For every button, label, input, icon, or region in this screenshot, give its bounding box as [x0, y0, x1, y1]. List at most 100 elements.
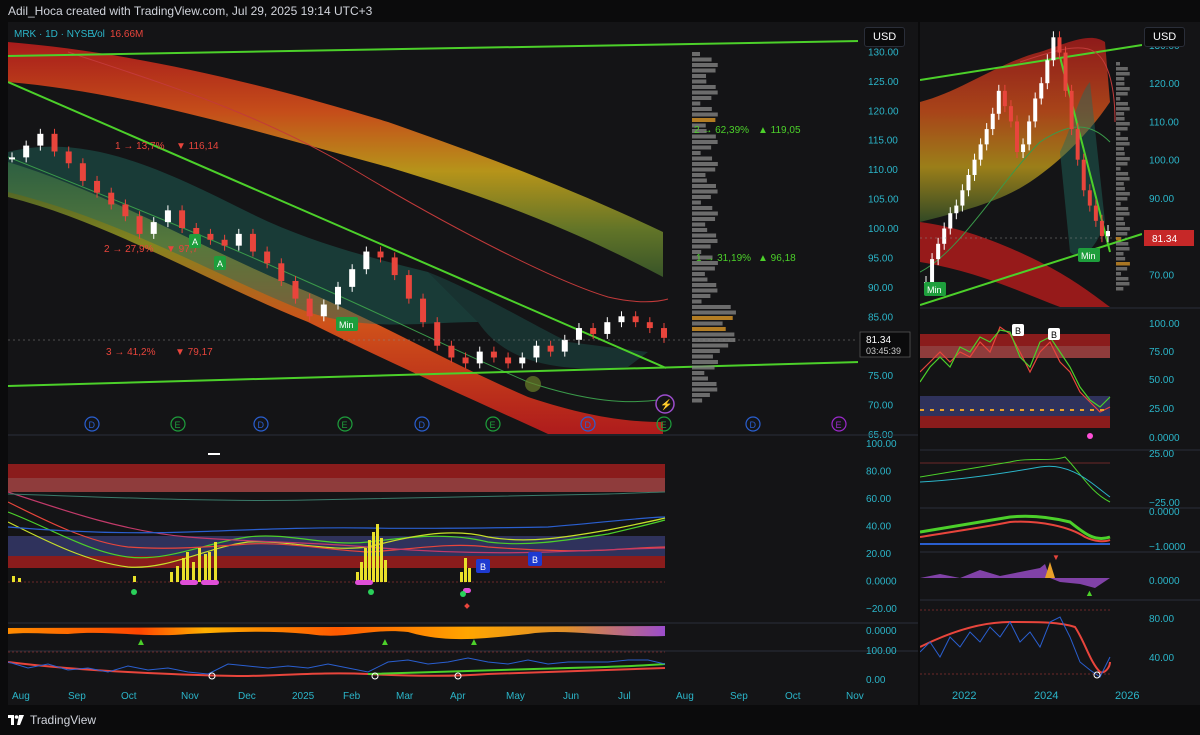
right-volume-profile-bar [1116, 212, 1130, 216]
time-axis[interactable]: Aug Sep Oct Nov Dec 2025 Feb Mar Apr May Jun Jul Aug… [12, 691, 864, 702]
volume-profile-bar [692, 310, 736, 315]
candle-body [561, 339, 568, 352]
right-volume-profile-bar [1116, 222, 1126, 226]
event-marker-label: D [419, 420, 426, 430]
candle-body [37, 133, 44, 146]
vol-value: 16.66M [110, 29, 143, 40]
volume-profile-bar [692, 272, 705, 276]
right-volume-profile-bar [1116, 102, 1128, 106]
right-candle-body [1063, 52, 1068, 91]
right-candle-body [1033, 98, 1038, 122]
oscillator-axis-tick: 20.00 [866, 549, 891, 560]
volume-profile-bar [692, 156, 713, 161]
time-axis-tick: Dec [238, 691, 256, 702]
time-axis-tick: Aug [12, 691, 30, 702]
candle-body [65, 151, 72, 164]
right-indicator-axis-tick: −1.0000 [1149, 542, 1186, 553]
volume-profile-bar [692, 217, 716, 221]
right-price-axis-tick: 120.00 [1149, 79, 1180, 90]
right-price-axis-tick: 70.00 [1149, 270, 1174, 281]
candle-body [547, 345, 554, 352]
rsi-panel-bg [8, 652, 858, 688]
volume-profile-bar [692, 151, 701, 155]
right-chart-svg[interactable]: Min Min 130.00120.00110.00100.0090.0080.… [919, 22, 1200, 705]
right-candle-body [960, 190, 965, 206]
volume-profile-bar [692, 371, 705, 375]
right-chart-pane[interactable]: Min Min 130.00120.00110.00100.0090.0080.… [919, 22, 1200, 705]
right-candle-body [978, 144, 983, 160]
right-indicator-axis-tick: 25.00 [1149, 404, 1174, 415]
price-axis-tick: 115.00 [868, 136, 898, 147]
right-volume-profile-bar [1116, 112, 1125, 116]
right-candle-body [1045, 60, 1050, 84]
right-volume-profile-bar [1116, 217, 1124, 221]
candle-body [335, 286, 341, 305]
right-candle-body [1021, 144, 1026, 153]
right-indicator-axis-tick: 100.00 [1149, 319, 1180, 330]
right-candle-body [930, 259, 935, 283]
candle-body [221, 239, 228, 246]
vol-label: Vol [91, 29, 105, 40]
volume-profile-bar [692, 63, 718, 67]
right-min-marker-1-text: Min [927, 285, 942, 295]
oscillator-bar [360, 562, 363, 582]
volume-profile-bar [692, 398, 703, 403]
event-marker-label: E [661, 420, 667, 430]
candle-body [193, 228, 200, 234]
right-time-axis[interactable]: 2022 2024 2026 [952, 690, 1139, 702]
fib-label-5: 1 → 31,19% [696, 253, 751, 264]
candle-body [490, 351, 497, 358]
overbought-zone [8, 464, 665, 478]
tradingview-logo[interactable]: TradingView [8, 713, 96, 727]
right-volume-profile-bar [1116, 67, 1128, 71]
oscillator-bar [464, 558, 467, 582]
candle-body [632, 316, 639, 323]
candle-body [363, 251, 370, 270]
buy-marker-1-text: B [480, 562, 486, 572]
currency-badge[interactable]: USD [864, 27, 906, 47]
event-marker-label: E [342, 420, 348, 430]
oscillator-bar [364, 548, 367, 582]
event-marker-label: D [89, 420, 96, 430]
time-axis-tick: Aug [676, 691, 694, 702]
right-volume-profile-bar [1116, 87, 1130, 91]
oscillator-bar [372, 532, 375, 582]
time-axis-tick: May [506, 691, 525, 702]
event-marker-label: E [836, 420, 842, 430]
right-ind5-red [919, 620, 1111, 674]
right-min-marker-2-text: Min [1081, 251, 1096, 261]
right-volume-profile-bar [1116, 282, 1130, 286]
candle-body [377, 251, 384, 258]
candle-body [122, 204, 129, 217]
volume-profile-bar [692, 52, 700, 56]
main-chart-svg[interactable]: 1 → 13,7% ▼ 116,14 2 → 27,9% ▼ 97,7 3 → … [7, 22, 918, 705]
volume-profile-bar [692, 79, 707, 84]
price-axis-tick: 95.00 [868, 253, 893, 264]
a-marker-2-text: A [217, 259, 223, 269]
price-axis-tick: 100.00 [868, 224, 899, 235]
candle-body [448, 345, 455, 358]
right-indicator-axis-tick: 0.0000 [1149, 507, 1180, 518]
right-price-axis-tick: 90.00 [1149, 194, 1174, 205]
right-volume-profile-bar [1116, 62, 1120, 66]
price-axis-tick: 85.00 [868, 312, 893, 323]
right-neutral [920, 396, 1110, 416]
volume-profile-bar [692, 393, 710, 397]
candle-body [249, 233, 256, 252]
right-candle-body [1093, 205, 1098, 221]
candle-body [108, 192, 115, 205]
right-currency-badge[interactable]: USD [1144, 27, 1186, 47]
event-marker-label: D [585, 420, 592, 430]
volume-profile-bar [692, 349, 720, 353]
volume-profile-bar [692, 288, 718, 293]
event-marker-label: E [490, 420, 496, 430]
main-chart-pane[interactable]: 1 → 13,7% ▼ 116,14 2 → 27,9% ▼ 97,7 3 → … [7, 22, 918, 705]
time-axis-tick: Mar [396, 691, 414, 702]
right-volume-profile-bar [1116, 272, 1122, 276]
time-axis-tick: Apr [450, 691, 466, 702]
right-price-axis-tick: 100.00 [1149, 156, 1180, 167]
time-axis-tick: 2025 [292, 691, 315, 702]
right-time-axis-tick: 2024 [1034, 690, 1058, 702]
a-marker-1-text: A [192, 237, 198, 247]
candle-body [292, 280, 299, 299]
